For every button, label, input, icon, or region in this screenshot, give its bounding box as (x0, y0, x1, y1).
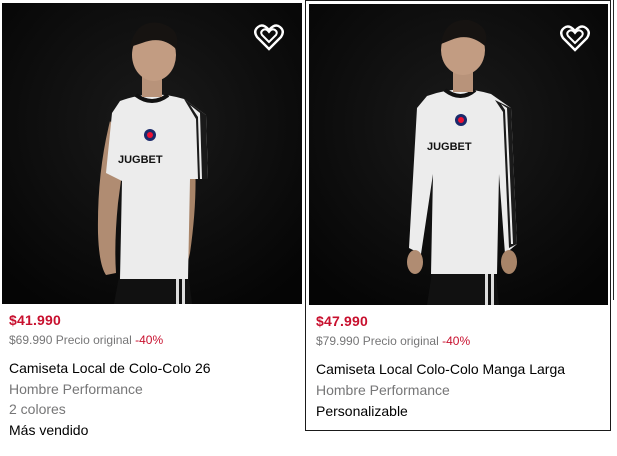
next-card-edge (613, 0, 614, 300)
product-image[interactable]: JUGBET (309, 4, 608, 305)
sale-price: $41.990 (9, 312, 62, 328)
product-name[interactable]: Camiseta Local de Colo-Colo 26 (9, 360, 302, 376)
product-name[interactable]: Camiseta Local Colo-Colo Manga Larga (316, 361, 610, 377)
wishlist-heart-icon[interactable] (560, 24, 590, 52)
svg-text:JUGBET: JUGBET (427, 141, 472, 153)
product-card-2[interactable]: JUGBET $47.990 $79.990 Precio original -… (305, 0, 611, 431)
product-badge: Personalizable (316, 403, 408, 419)
product-category: Hombre Performance (9, 381, 143, 397)
product-badge: Más vendido (9, 422, 89, 438)
product-info: $41.990 $69.990 Precio original -40% Cam… (9, 312, 302, 438)
color-count: 2 colores (9, 401, 66, 417)
wishlist-heart-icon[interactable] (254, 23, 284, 51)
sale-price: $47.990 (316, 313, 369, 329)
product-image[interactable]: JUGBET (2, 3, 302, 304)
discount-badge: -40% (135, 333, 164, 347)
product-card-1[interactable]: JUGBET $41.990 $69.990 Precio original -… (0, 0, 302, 440)
original-price: $79.990 Precio original -40% (316, 334, 471, 348)
discount-badge: -40% (442, 334, 471, 348)
original-price: $69.990 Precio original -40% (9, 333, 164, 347)
svg-text:JUGBET: JUGBET (118, 154, 163, 166)
product-info: $47.990 $79.990 Precio original -40% Cam… (316, 313, 610, 419)
product-category: Hombre Performance (316, 382, 450, 398)
